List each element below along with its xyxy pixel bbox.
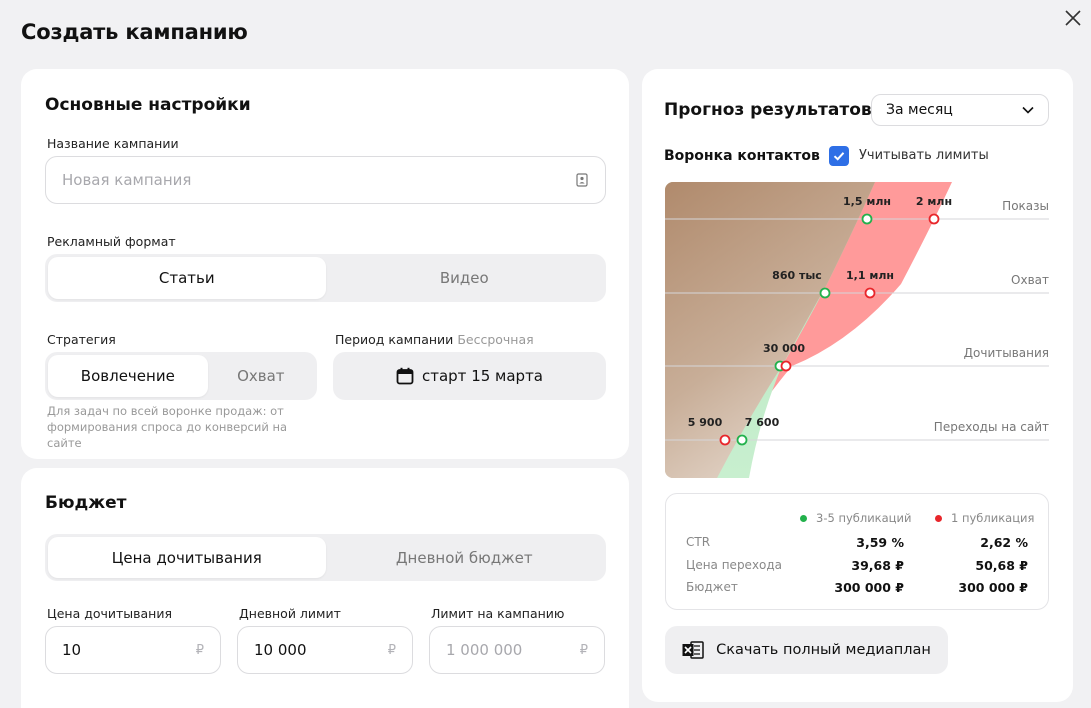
budget-mode-daily[interactable]: Дневной бюджет	[326, 537, 604, 578]
excel-icon	[682, 641, 704, 659]
forecast-stats-table: 3-5 публикаций 1 публикация CTR 3,59 % 2…	[665, 493, 1049, 610]
point-red	[928, 213, 940, 225]
legend-red-dot	[935, 514, 942, 522]
funnel-label: Воронка контактов	[664, 148, 820, 164]
period-start-button[interactable]: старт 15 марта	[333, 352, 606, 400]
point-label-green: 30 000	[762, 342, 806, 355]
strategy-label: Стратегия	[47, 332, 116, 347]
point-label-red: 2 млн	[915, 195, 953, 208]
daily-limit-currency: ₽	[387, 642, 396, 658]
row-ctr-red: 2,62 %	[980, 535, 1028, 550]
strategy-description: Для задач по всей воронке продаж: от фор…	[47, 404, 288, 450]
read-price-currency: ₽	[195, 642, 204, 658]
period-start-value: старт 15 марта	[421, 367, 544, 385]
daily-limit-input[interactable]: 10 000 ₽	[237, 626, 413, 674]
format-option-articles[interactable]: Статьи	[48, 257, 326, 299]
forecast-card: Прогноз результатов За месяц Воронка кон…	[642, 69, 1073, 702]
read-price-value: 10	[62, 641, 82, 659]
budget-heading: Бюджет	[45, 493, 127, 513]
chevron-down-icon	[1022, 106, 1034, 114]
period-label: Период кампании Бессрочная	[335, 332, 534, 347]
stage-label: Переходы на сайт	[933, 420, 1049, 434]
point-red	[780, 360, 792, 372]
limits-checkbox-label: Учитывать лимиты	[859, 148, 989, 163]
point-green	[861, 213, 873, 225]
budget-card: Бюджет Цена дочитывания Дневной бюджет Ц…	[21, 468, 629, 708]
point-label-red: 1,1 млн	[846, 269, 894, 282]
budget-mode-switch: Цена дочитывания Дневной бюджет	[45, 534, 606, 581]
format-option-video[interactable]: Видео	[326, 257, 604, 299]
calendar-icon	[396, 367, 414, 385]
forecast-period-value: За месяц	[886, 102, 953, 118]
strategy-switch: Вовлечение Охват	[45, 352, 317, 400]
read-price-label: Цена дочитывания	[47, 606, 172, 621]
checkmark-icon	[833, 152, 845, 161]
basic-settings-heading: Основные настройки	[45, 95, 251, 115]
campaign-limit-label: Лимит на кампанию	[431, 606, 565, 621]
point-red	[864, 287, 876, 299]
strategy-option-engagement[interactable]: Вовлечение	[48, 355, 208, 397]
legend-green: 3-5 публикаций	[800, 511, 911, 525]
ad-format-label: Рекламный формат	[47, 234, 176, 249]
stage-label: Охват	[1011, 273, 1049, 287]
download-mediaplan-label: Скачать полный медиаплан	[716, 642, 931, 658]
dialog-title: Создать кампанию	[21, 20, 248, 44]
ad-format-switch: Статьи Видео	[45, 254, 606, 302]
period-hint: Бессрочная	[457, 332, 534, 347]
point-label-green: 1,5 млн	[843, 195, 891, 208]
contact-card-icon[interactable]	[575, 173, 589, 187]
legend-green-dot	[800, 514, 807, 522]
campaign-limit-placeholder: 1 000 000	[446, 641, 523, 659]
point-label-green: 7 600	[744, 416, 780, 429]
campaign-name-placeholder: Новая кампания	[62, 171, 192, 189]
row-label-ctr: CTR	[686, 535, 711, 549]
row-ctr-green: 3,59 %	[856, 535, 904, 550]
read-price-input[interactable]: 10 ₽	[45, 626, 221, 674]
daily-limit-label: Дневной лимит	[239, 606, 341, 621]
row-budget-green: 300 000 ₽	[834, 580, 904, 595]
row-budget-red: 300 000 ₽	[958, 580, 1028, 595]
campaign-name-input[interactable]: Новая кампания	[45, 156, 606, 204]
create-campaign-dialog: Создать кампанию Основные настройки Назв…	[0, 0, 1091, 708]
campaign-limit-currency: ₽	[579, 642, 588, 658]
campaign-name-label: Название кампании	[47, 136, 179, 151]
budget-mode-read-price[interactable]: Цена дочитывания	[48, 537, 326, 578]
point-green	[819, 287, 831, 299]
download-mediaplan-button[interactable]: Скачать полный медиаплан	[665, 626, 948, 674]
row-click-price-red: 50,68 ₽	[975, 558, 1028, 573]
legend-green-label: 3-5 публикаций	[816, 511, 912, 525]
forecast-period-select[interactable]: За месяц	[871, 94, 1049, 126]
campaign-limit-input[interactable]: 1 000 000 ₽	[429, 626, 605, 674]
row-click-price-green: 39,68 ₽	[851, 558, 904, 573]
forecast-heading: Прогноз результатов	[664, 100, 872, 120]
stage-label: Показы	[1002, 199, 1049, 213]
point-label-green: 860 тыс	[772, 269, 822, 282]
legend-red: 1 публикация	[935, 511, 1034, 525]
row-label-click-price: Цена перехода	[686, 558, 783, 572]
close-icon[interactable]	[1063, 8, 1083, 28]
stage-label: Дочитывания	[963, 346, 1049, 360]
point-green	[736, 434, 748, 446]
point-label-red: 5 900	[687, 416, 723, 429]
basic-settings-card: Основные настройки Название кампании Нов…	[21, 69, 629, 459]
period-label-text: Период кампании	[335, 332, 454, 347]
point-red	[719, 434, 731, 446]
legend-red-label: 1 публикация	[951, 511, 1035, 525]
row-label-budget: Бюджет	[686, 580, 738, 594]
strategy-option-reach[interactable]: Охват	[208, 355, 314, 397]
daily-limit-value: 10 000	[254, 641, 307, 659]
limits-checkbox[interactable]	[829, 146, 849, 166]
